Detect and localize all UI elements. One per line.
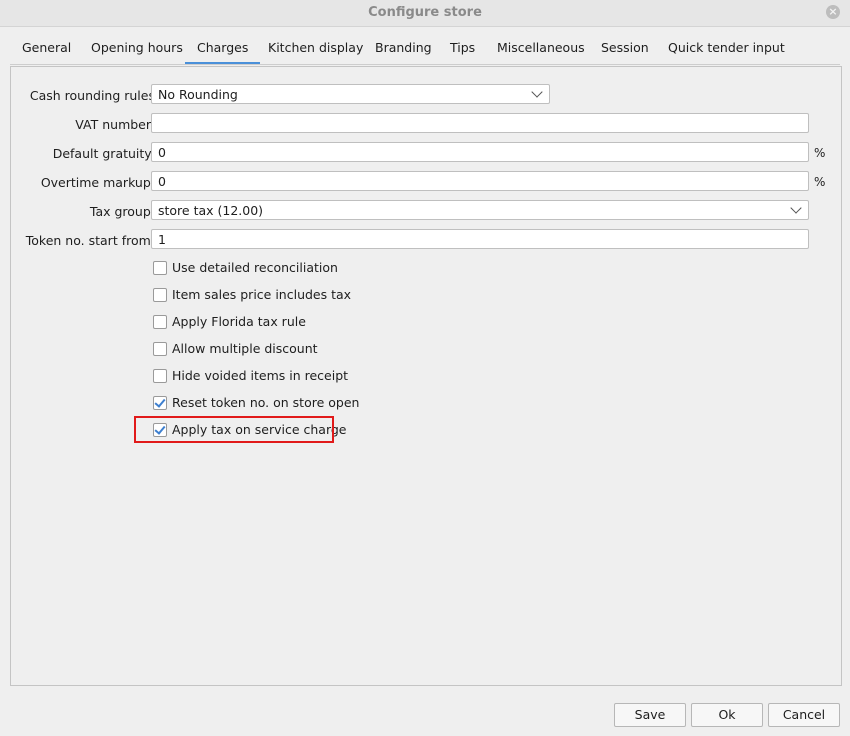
token-start-label: Token no. start from: [25,233,155,248]
cash-rounding-select[interactable]: No Rounding [151,84,550,104]
checkbox-box[interactable] [153,342,167,356]
gratuity-percent-unit: % [814,146,826,160]
overtime-markup-label: Overtime markup: [40,175,155,190]
vat-number-label: VAT number: [75,117,155,132]
tab-quick-tender-input[interactable]: Quick tender input [668,34,785,62]
tab-bar-divider [10,64,840,65]
checkbox-label: Reset token no. on store open [172,395,360,410]
tab-bar: General Opening hours Charges Kitchen di… [10,34,840,64]
tax-group-label: Tax group: [89,204,155,219]
checkbox-label: Apply Florida tax rule [172,314,306,329]
tab-opening-hours[interactable]: Opening hours [91,34,183,62]
tax-group-select[interactable]: store tax (12.00) [151,200,809,220]
chevron-down-icon [531,86,543,98]
vat-number-field[interactable] [151,113,809,133]
checkbox-box[interactable] [153,315,167,329]
tax-group-value: store tax (12.00) [158,203,264,218]
cash-rounding-label: Cash rounding rules [29,88,155,103]
checkbox-box-checked[interactable] [153,423,167,437]
tab-tips[interactable]: Tips [450,34,475,62]
window-title: Configure store [368,5,482,20]
cash-rounding-value: No Rounding [158,87,238,102]
markup-percent-unit: % [814,175,826,189]
checkbox-box[interactable] [153,288,167,302]
token-start-field[interactable]: 1 [151,229,809,249]
chevron-down-icon [790,202,802,214]
checkbox-label: Apply tax on service charge [172,422,347,437]
save-button[interactable]: Save [614,703,686,727]
title-bar: Configure store × [0,0,850,27]
tab-charges[interactable]: Charges [185,34,261,64]
tab-general[interactable]: General [22,34,71,62]
checkbox-label: Use detailed reconciliation [172,260,338,275]
tab-session[interactable]: Session [601,34,649,62]
checkbox-box[interactable] [153,261,167,275]
overtime-markup-field[interactable]: 0 [151,171,809,191]
tab-kitchen-display[interactable]: Kitchen display [268,34,363,62]
charges-panel: Cash rounding rules No Rounding VAT numb… [10,66,842,686]
default-gratuity-field[interactable]: 0 [151,142,809,162]
close-icon[interactable]: × [826,5,840,19]
checkbox-label: Hide voided items in receipt [172,368,349,383]
cancel-button[interactable]: Cancel [768,703,840,727]
checkbox-box[interactable] [153,369,167,383]
ok-button[interactable]: Ok [691,703,763,727]
checkbox-label: Item sales price includes tax [172,287,352,302]
checkbox-label: Allow multiple discount [172,341,318,356]
checkbox-box-checked[interactable] [153,396,167,410]
default-gratuity-label: Default gratuity: [52,146,155,161]
tab-branding[interactable]: Branding [375,34,432,62]
tab-miscellaneous[interactable]: Miscellaneous [497,34,585,62]
